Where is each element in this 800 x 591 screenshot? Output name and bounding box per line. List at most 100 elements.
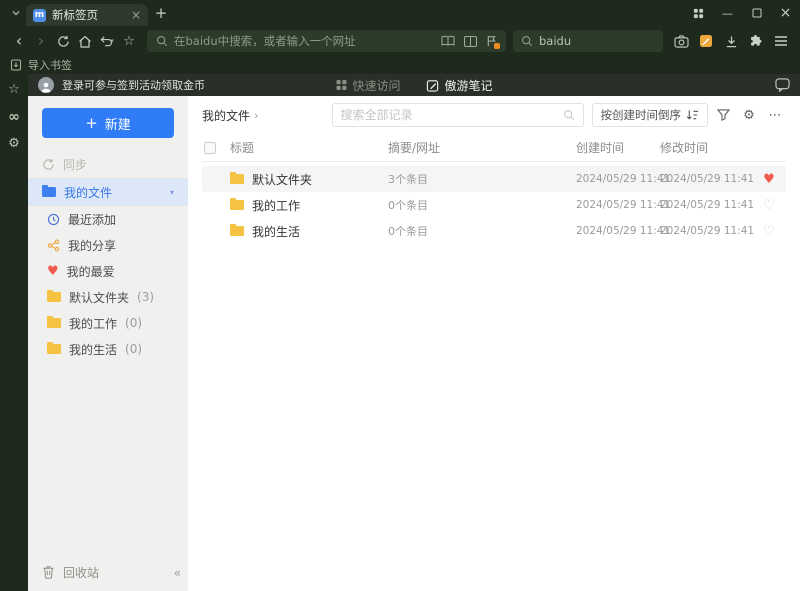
sidebar-item-recent[interactable]: 最近添加 — [28, 206, 188, 232]
notes-search-input[interactable] — [340, 108, 557, 122]
tab-quick-access-label: 快速访问 — [352, 78, 401, 93]
favorite-heart-icon[interactable]: ♥ — [754, 173, 784, 186]
folder-icon — [47, 341, 61, 354]
import-bookmarks-button[interactable]: 导入书签 — [28, 57, 72, 73]
rail-vbox-infinity-icon[interactable]: ∞ — [8, 109, 20, 125]
favorite-heart-outline-icon[interactable]: ♡ — [754, 225, 784, 238]
close-button[interactable]: × — [771, 0, 800, 26]
undo-button[interactable]: ▾ — [96, 30, 118, 52]
flag-notification-icon[interactable] — [486, 35, 500, 49]
user-avatar[interactable] — [38, 77, 54, 93]
notes-body: + 新建 同步 我的文件 ▾ 最近添加 我的分享 ♥ 我的最爱 默认文件夹 (3… — [28, 96, 800, 591]
column-modified[interactable]: 修改时间 — [660, 139, 754, 156]
sidebar-folder-life[interactable]: 我的生活 (0) — [28, 336, 188, 362]
maximize-button[interactable] — [742, 0, 771, 26]
filter-funnel-icon[interactable] — [712, 104, 734, 126]
screenshot-camera-icon[interactable] — [670, 30, 692, 52]
feedback-chat-icon[interactable] — [775, 78, 790, 92]
layout-grid-icon[interactable] — [684, 0, 713, 26]
row-title[interactable]: 我的生活 — [252, 223, 300, 240]
column-created[interactable]: 创建时间 — [576, 139, 660, 156]
row-summary: 0个条目 — [388, 199, 428, 212]
download-icon[interactable] — [720, 30, 742, 52]
blue-folder-icon — [42, 184, 56, 197]
tab-quick-access[interactable]: 快速访问 — [335, 77, 401, 94]
sidebar-item-my-files[interactable]: 我的文件 ▾ — [28, 178, 188, 206]
searchbar-magnifier-icon — [521, 35, 533, 47]
sidebar-item-favorites[interactable]: ♥ 我的最爱 — [28, 258, 188, 284]
title-bar: m 新标签页 × + — × — [0, 0, 800, 26]
table-row[interactable]: 我的工作 0个条目 2024/05/29 11:41 2024/05/29 11… — [202, 192, 786, 218]
table-row[interactable]: 默认文件夹 3个条目 2024/05/29 11:41 2024/05/29 1… — [202, 166, 786, 192]
undo-dropdown-caret-icon[interactable]: ▾ — [110, 37, 114, 45]
notes-search-box[interactable] — [331, 103, 584, 127]
column-title[interactable]: 标题 — [230, 139, 388, 156]
collapse-sidebar-icon[interactable]: « — [174, 567, 181, 579]
content-area: ☆ ∞ ⚙ 登录可参与签到活动领取金币 快速访问 傲游笔记 + 新建 同步 我的… — [0, 74, 800, 591]
sidebar-item-shares[interactable]: 我的分享 — [28, 232, 188, 258]
minimize-button[interactable]: — — [713, 0, 742, 26]
sidebar-folder-default[interactable]: 默认文件夹 (3) — [28, 284, 188, 310]
breadcrumb[interactable]: 我的文件 › — [202, 107, 258, 124]
rail-settings-gear-icon[interactable]: ⚙ — [8, 136, 20, 151]
main-menu-icon[interactable] — [770, 30, 792, 52]
tab-maxnote[interactable]: 傲游笔记 — [426, 77, 493, 94]
row-title[interactable]: 默认文件夹 — [252, 171, 312, 188]
maxnote-app: 登录可参与签到活动领取金币 快速访问 傲游笔记 + 新建 同步 我的文件 ▾ 最… — [28, 74, 800, 591]
notes-header-tabs: 快速访问 傲游笔记 — [335, 74, 493, 96]
refresh-button[interactable] — [52, 30, 74, 52]
split-screen-icon[interactable] — [464, 35, 477, 47]
column-summary[interactable]: 摘要/网址 — [388, 139, 576, 156]
tab-title: 新标签页 — [52, 8, 98, 22]
toolbar-right-actions — [670, 30, 792, 52]
address-input[interactable] — [174, 34, 435, 48]
navigation-toolbar: ‹ › ▾ ☆ 在baidu中搜索，或者输入一个网址 baidu — [0, 26, 800, 56]
my-files-chevron-icon[interactable]: ▾ — [170, 188, 174, 197]
login-promo-text[interactable]: 登录可参与签到活动领取金币 — [62, 77, 205, 93]
forward-button[interactable]: › — [30, 30, 52, 52]
table-row[interactable]: 我的生活 0个条目 2024/05/29 11:41 2024/05/29 11… — [202, 218, 786, 244]
notes-header: 登录可参与签到活动领取金币 快速访问 傲游笔记 — [28, 74, 800, 96]
sidebar-item-sync[interactable]: 同步 — [28, 150, 188, 178]
browser-tab[interactable]: m 新标签页 × — [26, 4, 148, 26]
back-button[interactable]: ‹ — [8, 30, 30, 52]
row-modified: 2024/05/29 11:41 — [660, 199, 755, 211]
heart-icon: ♥ — [47, 263, 59, 279]
extensions-puzzle-icon[interactable] — [745, 30, 767, 52]
folder-icon — [230, 197, 244, 210]
window-controls: — × — [684, 0, 800, 26]
tab-maxnote-label: 傲游笔记 — [444, 78, 493, 93]
breadcrumb-current[interactable]: 我的文件 — [202, 107, 250, 124]
browser-window: m 新标签页 × + — × ‹ › ▾ ☆ 在baidu中搜索，或者输入一个网… — [0, 0, 800, 591]
sidebar-folder-work[interactable]: 我的工作 (0) — [28, 310, 188, 336]
select-all-checkbox[interactable] — [204, 141, 216, 154]
favorite-star-button[interactable]: ☆ — [118, 30, 140, 52]
reader-mode-icon[interactable] — [441, 35, 455, 47]
search-engine-bar[interactable]: baidu — [513, 30, 663, 52]
rail-favorites-star-icon[interactable]: ☆ — [8, 82, 20, 97]
sidebar-item-recycle-bin[interactable]: 回收站 — [28, 553, 188, 591]
table-header: 标题 摘要/网址 创建时间 修改时间 — [202, 134, 786, 162]
row-modified: 2024/05/29 11:41 — [660, 173, 755, 185]
favorite-heart-outline-icon[interactable]: ♡ — [754, 199, 784, 212]
row-summary: 0个条目 — [388, 225, 428, 238]
tab-close-icon[interactable]: × — [131, 9, 141, 21]
folder-label: 我的生活 — [69, 342, 118, 357]
new-note-button[interactable]: + 新建 — [42, 108, 174, 138]
more-options-icon[interactable]: ⋯ — [764, 104, 786, 126]
folder-icon — [47, 289, 61, 302]
notes-toolbar: 我的文件 › 按创建时间倒序 — [202, 96, 786, 134]
tab-list-chevron-icon[interactable] — [8, 2, 24, 24]
view-settings-gear-icon[interactable]: ⚙ — [738, 104, 760, 126]
plus-icon: + — [85, 113, 98, 132]
maxnote-icon[interactable] — [695, 30, 717, 52]
quick-access-grid-icon — [335, 79, 347, 91]
clock-icon — [47, 213, 60, 226]
row-title[interactable]: 我的工作 — [252, 197, 300, 214]
address-bar[interactable] — [147, 30, 506, 52]
sort-order-button[interactable]: 按创建时间倒序 — [591, 103, 708, 127]
folder-label: 默认文件夹 — [69, 290, 130, 305]
home-button[interactable] — [74, 30, 96, 52]
new-tab-button[interactable]: + — [148, 4, 174, 22]
notes-main: 我的文件 › 按创建时间倒序 — [188, 96, 800, 591]
